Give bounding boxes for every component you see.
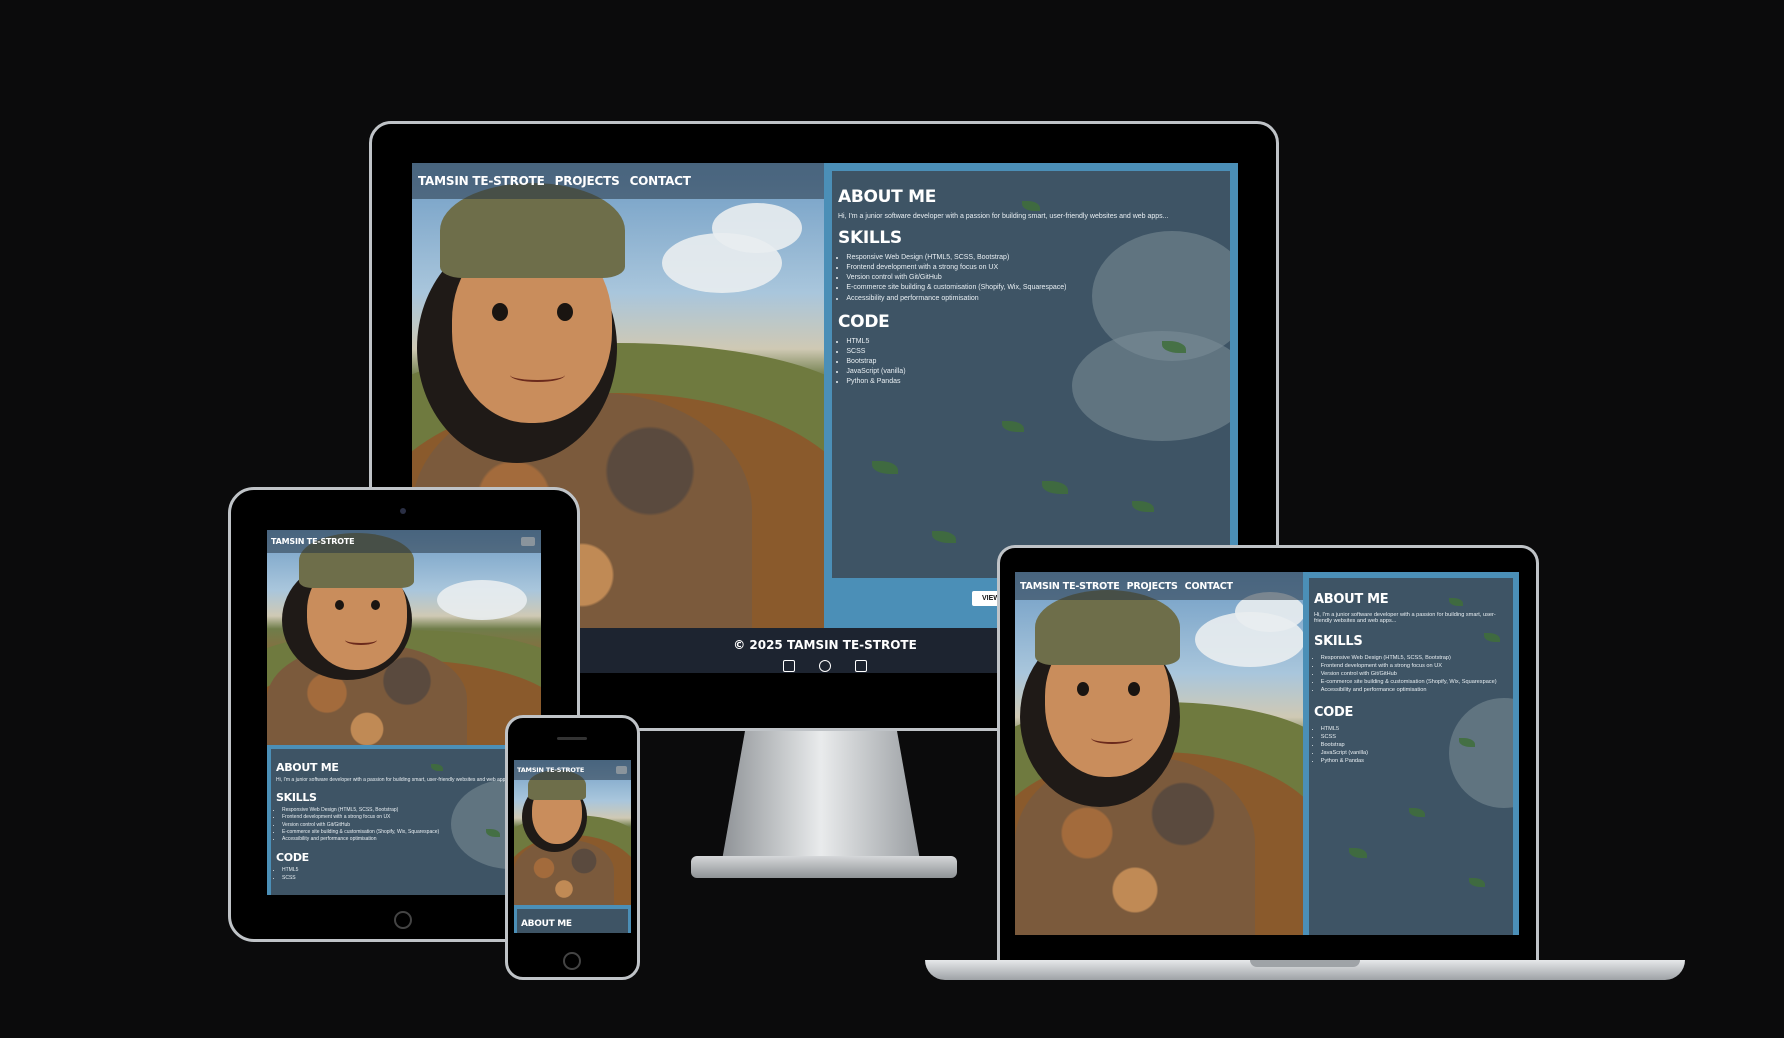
leaf-decoration — [872, 461, 898, 474]
list-item: SCSS — [846, 347, 1220, 357]
list-item: E-commerce site building & customisation… — [282, 829, 531, 836]
code-list: HTML5 SCSS Bootstrap JavaScript (vanilla… — [1314, 725, 1507, 766]
code-list: HTML5 SCSS Bootstrap JavaScript (vanilla… — [838, 337, 1220, 388]
desktop-stand — [721, 731, 921, 866]
code-list: HTML5 SCSS — [276, 867, 531, 882]
list-item: Bootstrap — [1321, 741, 1507, 749]
brand-link[interactable]: TAMSIN TE-STROTE — [271, 537, 355, 546]
about-panel: ABOUT ME Hi, I'm a junior software devel… — [271, 749, 537, 895]
phone-home-button[interactable] — [563, 952, 581, 970]
list-item: Responsive Web Design (HTML5, SCSS, Boot… — [1321, 654, 1507, 662]
leaf-decoration — [932, 531, 956, 543]
list-item: Accessibility and performance optimisati… — [282, 836, 531, 843]
list-item: Python & Pandas — [846, 377, 1220, 387]
leaf-decoration — [1132, 501, 1154, 512]
list-item: Accessibility and performance optimisati… — [846, 294, 1220, 304]
skills-heading: SKILLS — [1314, 634, 1363, 649]
list-item: Accessibility and performance optimisati… — [1321, 686, 1507, 694]
nav-contact[interactable]: CONTACT — [1185, 581, 1233, 592]
list-item: Responsive Web Design (HTML5, SCSS, Boot… — [282, 807, 531, 814]
hamburger-menu-icon[interactable] — [616, 766, 627, 774]
tablet-home-button[interactable] — [394, 911, 412, 929]
leaf-decoration — [1469, 878, 1485, 887]
list-item: HTML5 — [282, 867, 531, 874]
leaf-decoration — [1042, 481, 1068, 494]
brand-link[interactable]: TAMSIN TE-STROTE — [517, 766, 584, 774]
linkedin-icon[interactable] — [782, 660, 795, 672]
list-item: Responsive Web Design (HTML5, SCSS, Boot… — [846, 253, 1220, 263]
list-item: Version control with Git/GitHub — [1321, 670, 1507, 678]
about-panel: ABOUT ME Hi, I'm a junior software devel… — [832, 171, 1230, 578]
list-item: JavaScript (vanilla) — [1321, 749, 1507, 757]
list-item: Frontend development with a strong focus… — [846, 263, 1220, 273]
skills-heading: SKILLS — [276, 791, 317, 804]
about-text: Hi, I'm a junior software developer with… — [838, 213, 1169, 220]
code-heading: CODE — [1314, 704, 1354, 720]
site-navbar: TAMSIN TE-STROTE PROJECTS CONTACT — [1015, 572, 1303, 600]
brand-link[interactable]: TAMSIN TE-STROTE — [1020, 581, 1120, 592]
list-item: SCSS — [282, 875, 531, 882]
about-panel: ABOUT ME Hi, I'm a junior software devel… — [1309, 578, 1513, 935]
hero-illustration — [267, 530, 541, 745]
phone-screen: TAMSIN TE-STROTE ABOUT ME — [514, 760, 631, 933]
list-item: Version control with Git/GitHub — [846, 273, 1220, 283]
skills-list: Responsive Web Design (HTML5, SCSS, Boot… — [1314, 654, 1507, 695]
laptop-screen: TAMSIN TE-STROTE PROJECTS CONTACT ABOUT … — [1015, 572, 1519, 935]
code-heading: CODE — [838, 311, 890, 332]
list-item: Python & Pandas — [1321, 757, 1507, 765]
laptop-notch — [1250, 960, 1360, 967]
list-item: JavaScript (vanilla) — [846, 367, 1220, 377]
tablet-camera — [400, 508, 406, 514]
hero-illustration — [1015, 572, 1303, 935]
list-item: Bootstrap — [846, 357, 1220, 367]
site-navbar: TAMSIN TE-STROTE — [267, 530, 541, 553]
list-item: Version control with Git/GitHub — [282, 822, 531, 829]
laptop-mockup: TAMSIN TE-STROTE PROJECTS CONTACT ABOUT … — [925, 545, 1685, 985]
hamburger-menu-icon[interactable] — [521, 537, 535, 546]
about-heading: ABOUT ME — [1314, 592, 1389, 607]
skills-list: Responsive Web Design (HTML5, SCSS, Boot… — [276, 807, 531, 843]
skills-list: Responsive Web Design (HTML5, SCSS, Boot… — [838, 253, 1220, 304]
leaf-decoration — [1002, 421, 1024, 432]
phone-speaker — [557, 737, 587, 740]
about-section: ABOUT ME Hi, I'm a junior software devel… — [1303, 572, 1519, 935]
about-text: Hi, I'm a junior software developer with… — [276, 777, 513, 783]
list-item: E-commerce site building & customisation… — [1321, 678, 1507, 686]
code-heading: CODE — [276, 851, 309, 865]
site-navbar: TAMSIN TE-STROTE PROJECTS CONTACT — [412, 163, 824, 199]
about-heading: ABOUT ME — [276, 761, 339, 774]
leaf-decoration — [1349, 848, 1367, 858]
desktop-base — [691, 856, 957, 878]
tablet-screen: TAMSIN TE-STROTE ABOUT ME Hi, I'm a juni… — [267, 530, 541, 895]
site-navbar: TAMSIN TE-STROTE — [514, 760, 631, 780]
list-item: HTML5 — [846, 337, 1220, 347]
list-item: HTML5 — [1321, 725, 1507, 733]
list-item: E-commerce site building & customisation… — [846, 283, 1220, 293]
skills-heading: SKILLS — [838, 228, 902, 248]
list-item: Frontend development with a strong focus… — [1321, 662, 1507, 670]
about-heading: ABOUT ME — [838, 187, 937, 207]
about-heading: ABOUT ME — [521, 919, 572, 929]
about-panel: ABOUT ME — [517, 909, 628, 933]
nav-contact[interactable]: CONTACT — [630, 174, 691, 188]
brand-link[interactable]: TAMSIN TE-STROTE — [418, 174, 545, 188]
list-item: Frontend development with a strong focus… — [282, 814, 531, 821]
nav-projects[interactable]: PROJECTS — [1127, 581, 1178, 592]
github-icon[interactable] — [819, 660, 831, 672]
nav-projects[interactable]: PROJECTS — [555, 174, 620, 188]
leaf-decoration — [1409, 808, 1425, 817]
phone-mockup: TAMSIN TE-STROTE ABOUT ME — [505, 715, 640, 980]
list-item: SCSS — [1321, 733, 1507, 741]
about-text: Hi, I'm a junior software developer with… — [1314, 612, 1496, 624]
email-icon[interactable] — [855, 660, 868, 672]
hero-illustration — [514, 760, 631, 905]
